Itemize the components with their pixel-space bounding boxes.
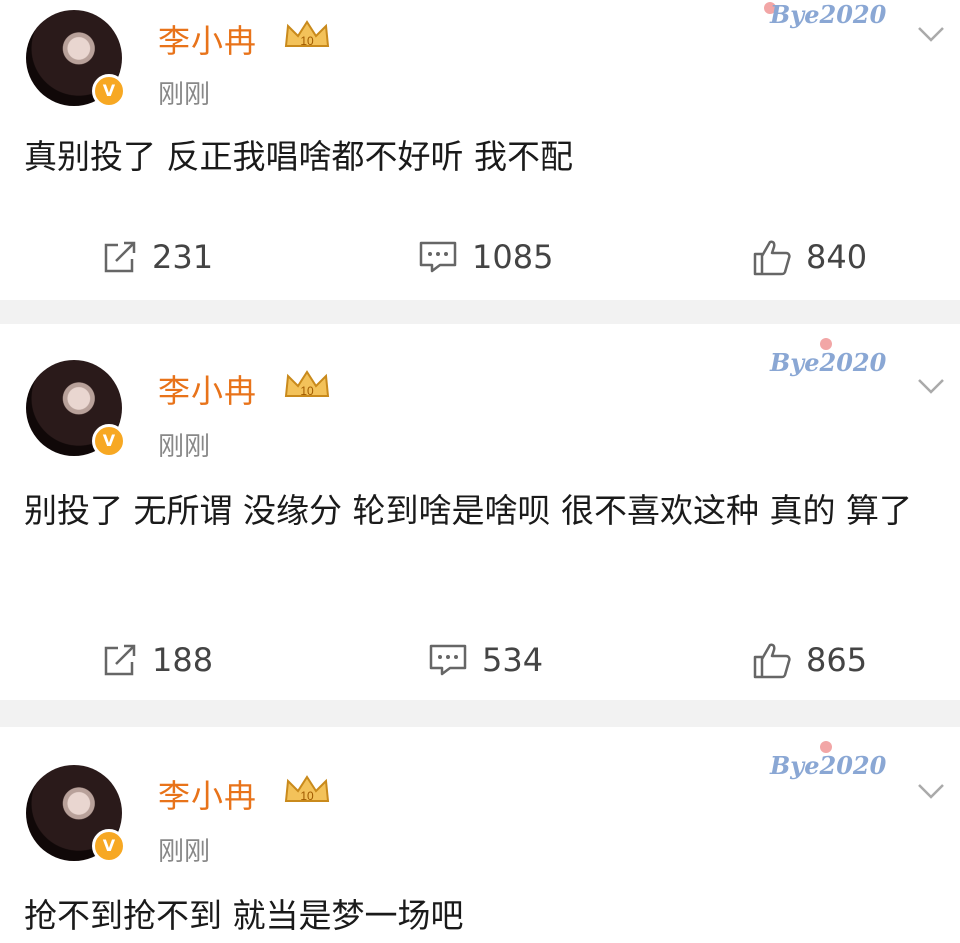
crown-member-icon: 10 (284, 20, 330, 48)
post-time: 刚刚 (158, 432, 211, 462)
comment-icon (429, 644, 467, 676)
svg-text:10: 10 (300, 34, 314, 48)
username[interactable]: 李小冉 (158, 16, 257, 62)
post-content: 别投了 无所谓 没缘分 轮到啥是啥呗 很不喜欢这种 真的 算了 (24, 491, 912, 530)
comment-button[interactable]: 534 (428, 635, 543, 685)
thumbs-up-icon (753, 240, 791, 276)
like-count: 840 (806, 238, 868, 276)
verified-v-icon: V (92, 424, 126, 458)
post-time: 刚刚 (158, 837, 211, 867)
comment-button[interactable]: 1085 (418, 232, 553, 282)
comment-count: 1085 (472, 238, 554, 276)
avatar[interactable]: V (26, 360, 126, 458)
avatar[interactable]: V (26, 10, 126, 108)
post-content: 真别投了 反正我唱啥都不好听 我不配 (24, 137, 573, 176)
watermark: Bye2020 (770, 0, 887, 29)
watermark: Bye2020 (770, 348, 887, 377)
repost-icon (104, 644, 136, 676)
like-button[interactable]: 865 (752, 635, 867, 685)
post-card: V 李小冉 10 刚刚 Bye2020 真别投了 反正我唱啥都不好听 我不配 2… (0, 0, 960, 300)
chevron-down-icon[interactable] (916, 781, 946, 801)
action-bar: 231 1085 840 (0, 232, 960, 282)
avatar[interactable]: V (26, 765, 126, 863)
verified-v-icon: V (92, 74, 126, 108)
post-time: 刚刚 (158, 80, 211, 110)
watermark: Bye2020 (770, 751, 887, 780)
like-count: 865 (806, 641, 868, 679)
comment-count: 534 (482, 641, 544, 679)
repost-button[interactable]: 231 (102, 232, 213, 282)
post-content: 抢不到抢不到 就当是梦一场吧 (24, 896, 464, 935)
chevron-down-icon[interactable] (916, 376, 946, 396)
username[interactable]: 李小冉 (158, 366, 257, 412)
crown-member-icon: 10 (284, 370, 330, 398)
like-button[interactable]: 840 (752, 232, 867, 282)
repost-button[interactable]: 188 (102, 635, 213, 685)
repost-count: 188 (152, 641, 214, 679)
repost-count: 231 (152, 238, 214, 276)
comment-icon (419, 241, 457, 273)
chevron-down-icon[interactable] (916, 24, 946, 44)
svg-text:10: 10 (300, 789, 314, 803)
repost-icon (104, 241, 136, 273)
thumbs-up-icon (753, 643, 791, 679)
crown-member-icon: 10 (284, 775, 330, 803)
svg-text:10: 10 (300, 384, 314, 398)
username[interactable]: 李小冉 (158, 771, 257, 817)
post-card: V 李小冉 10 刚刚 Bye2020 别投了 无所谓 没缘分 轮到啥是啥呗 很… (0, 324, 960, 700)
action-bar: 188 534 865 (0, 635, 960, 685)
verified-v-icon: V (92, 829, 126, 863)
post-card: V 李小冉 10 刚刚 Bye2020 抢不到抢不到 就当是梦一场吧 (0, 727, 960, 943)
